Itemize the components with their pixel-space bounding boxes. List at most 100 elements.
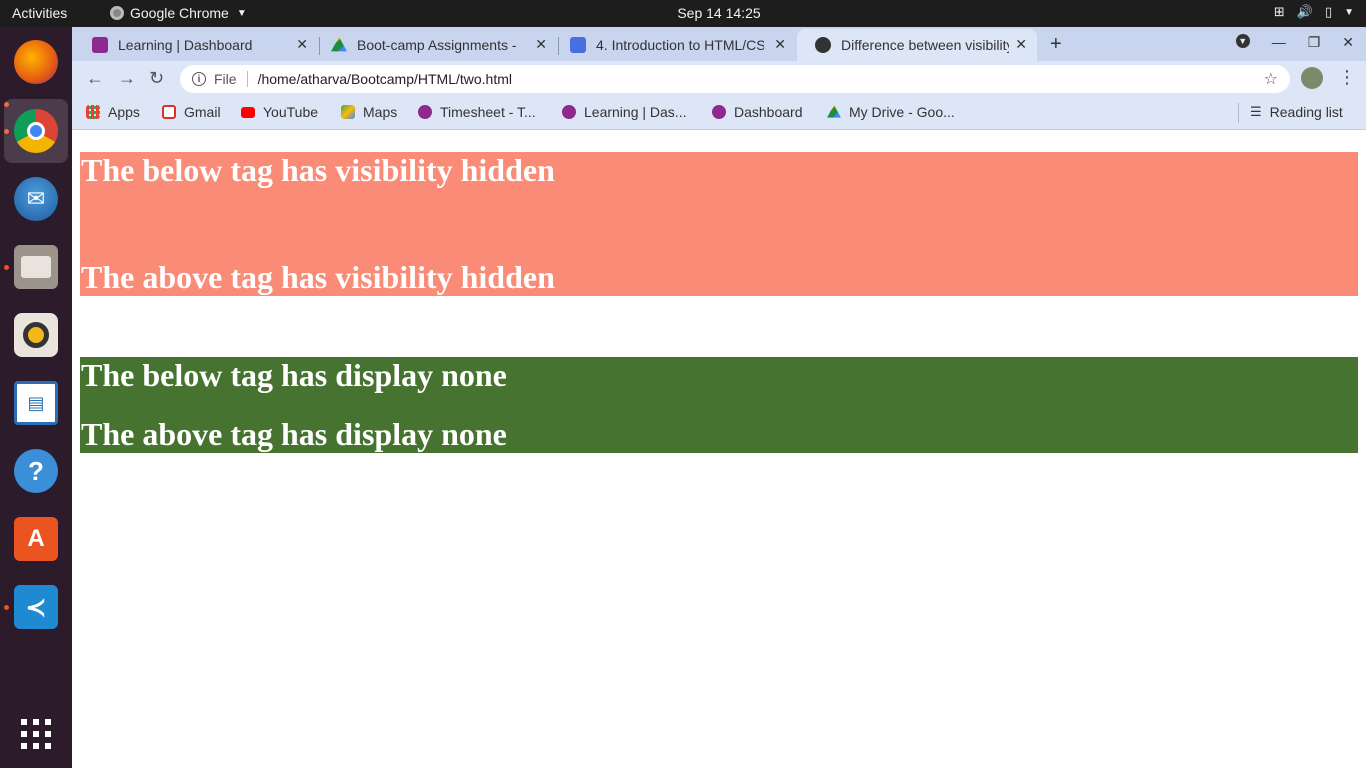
- heading-above-display: The above tag has display none: [81, 416, 507, 452]
- maps-icon: [341, 105, 355, 119]
- bookmark-label: YouTube: [263, 104, 319, 120]
- bookmark-youtube[interactable]: YouTube: [241, 104, 318, 120]
- tab-learning-dashboard[interactable]: Learning | Dashboard ✕: [74, 29, 318, 61]
- gmail-icon: [162, 105, 176, 119]
- vscode-icon: ≺: [14, 585, 58, 629]
- firefox-launcher[interactable]: [12, 38, 60, 86]
- chrome-menu-button[interactable]: ⋮: [1338, 67, 1356, 88]
- tab-title: Boot-camp Assignments -: [357, 37, 517, 53]
- rhythmbox-launcher[interactable]: [12, 311, 60, 359]
- globe-icon: [815, 37, 831, 53]
- dock: ✉ ▤ ? A ≺: [0, 27, 72, 768]
- network-icon: ⊞: [1273, 4, 1285, 19]
- heading-above-visibility: The above tag has visibility hidden: [81, 259, 555, 295]
- chevron-down-icon: ▼: [1344, 6, 1354, 18]
- learning-icon: [562, 105, 576, 119]
- bookmark-maps[interactable]: Maps: [341, 104, 397, 120]
- heading-below-display: The below tag has display none: [81, 357, 507, 393]
- bookmark-star-icon[interactable]: ☆: [1264, 69, 1278, 89]
- divider: [1238, 103, 1239, 123]
- url-scheme: File: [214, 71, 237, 87]
- bookmark-dashboard[interactable]: Dashboard: [712, 104, 803, 120]
- close-window-button[interactable]: ✕: [1342, 34, 1354, 51]
- folder-icon: [14, 245, 58, 289]
- bookmarks-bar: Apps Gmail YouTube Maps Timesheet - T...…: [72, 96, 1366, 130]
- drive-icon: [827, 105, 841, 118]
- restore-button[interactable]: ❐: [1308, 34, 1321, 51]
- page-viewport: The below tag has visibility hidden The …: [72, 131, 1366, 768]
- profile-avatar[interactable]: [1301, 67, 1323, 89]
- files-launcher[interactable]: [12, 243, 60, 291]
- tab-strip: Learning | Dashboard ✕ Boot-camp Assignm…: [72, 27, 1366, 61]
- help-launcher[interactable]: ?: [12, 447, 60, 495]
- learning-favicon-icon: [92, 37, 108, 53]
- divider: [246, 71, 248, 87]
- bookmark-label: Learning | Das...: [584, 104, 687, 120]
- vscode-launcher[interactable]: ≺: [12, 583, 60, 631]
- bookmark-apps[interactable]: Apps: [86, 104, 140, 120]
- bookmark-timesheet[interactable]: Timesheet - T...: [418, 104, 536, 120]
- bookmark-label: Gmail: [184, 104, 221, 120]
- tab-title: 4. Introduction to HTML/CSS: [596, 37, 764, 53]
- close-icon[interactable]: ✕: [774, 36, 786, 53]
- tab-bootcamp-assignments[interactable]: Boot-camp Assignments - ✕: [313, 29, 557, 61]
- dashboard-icon: [712, 105, 726, 119]
- speaker-icon: [14, 313, 58, 357]
- heading-below-visibility: The below tag has visibility hidden: [81, 152, 555, 188]
- bookmark-learning[interactable]: Learning | Das...: [562, 104, 686, 120]
- browser-toolbar: ← → ↻ i File /home/atharva/Bootcamp/HTML…: [72, 61, 1366, 96]
- clock[interactable]: Sep 14 14:25: [0, 5, 1366, 21]
- display-none-block: The below tag has display none The above…: [80, 357, 1358, 453]
- reload-button[interactable]: ↻: [149, 68, 164, 89]
- show-apps-button[interactable]: [12, 710, 60, 758]
- new-tab-button[interactable]: +: [1050, 33, 1062, 56]
- volume-icon: 🔊: [1296, 4, 1313, 19]
- writer-launcher[interactable]: ▤: [12, 379, 60, 427]
- reading-list-button[interactable]: ☰ Reading list: [1250, 104, 1343, 120]
- visibility-hidden-block: The below tag has visibility hidden The …: [80, 152, 1358, 296]
- address-bar[interactable]: i File /home/atharva/Bootcamp/HTML/two.h…: [180, 65, 1290, 93]
- tab-difference-visibility[interactable]: Difference between visibility ✕: [797, 29, 1037, 61]
- close-icon[interactable]: ✕: [296, 36, 308, 53]
- back-button[interactable]: ←: [86, 68, 104, 89]
- help-icon: ?: [14, 449, 58, 493]
- thunderbird-icon: ✉: [14, 177, 58, 221]
- thunderbird-launcher[interactable]: ✉: [12, 175, 60, 223]
- system-tray[interactable]: ⊞ 🔊 ▯ ▼: [1274, 4, 1354, 20]
- bookmark-my-drive[interactable]: My Drive - Goo...: [827, 104, 955, 120]
- docs-icon: [570, 37, 586, 53]
- chrome-icon: [14, 109, 58, 153]
- bookmark-label: Timesheet - T...: [440, 104, 536, 120]
- document-icon: ▤: [14, 381, 58, 425]
- reading-list-icon: ☰: [1250, 104, 1262, 119]
- chrome-launcher[interactable]: [4, 99, 68, 163]
- apps-grid-icon: [86, 105, 100, 119]
- reading-list-label: Reading list: [1269, 104, 1343, 120]
- bookmark-label: Maps: [363, 104, 398, 120]
- software-launcher[interactable]: A: [12, 515, 60, 563]
- forward-button[interactable]: →: [118, 68, 136, 89]
- close-icon[interactable]: ✕: [535, 36, 547, 53]
- tab-introduction-html[interactable]: 4. Introduction to HTML/CSS ✕: [552, 29, 796, 61]
- apps-grid-icon: [21, 719, 51, 749]
- close-icon[interactable]: ✕: [1015, 36, 1027, 53]
- bookmark-label: Dashboard: [734, 104, 803, 120]
- tab-search-button[interactable]: ▼: [1235, 34, 1250, 48]
- drive-icon: [331, 37, 347, 52]
- software-store-icon: A: [14, 517, 58, 561]
- minimize-button[interactable]: —: [1272, 34, 1286, 51]
- system-top-bar: Activities Google Chrome ▼ Sep 14 14:25 …: [0, 0, 1366, 27]
- running-indicator: [4, 265, 9, 270]
- tab-title: Difference between visibility: [841, 37, 1009, 53]
- battery-icon: ▯: [1324, 4, 1333, 19]
- bookmark-gmail[interactable]: Gmail: [162, 104, 221, 120]
- info-icon[interactable]: i: [192, 72, 206, 86]
- url-text[interactable]: /home/atharva/Bootcamp/HTML/two.html: [258, 71, 512, 87]
- timesheet-icon: [418, 105, 432, 119]
- running-indicator: [4, 605, 9, 610]
- bookmark-label: Apps: [108, 104, 140, 120]
- window-controls: ▼ — ❐ ✕: [1235, 34, 1354, 51]
- tab-title: Learning | Dashboard: [118, 37, 253, 53]
- firefox-icon: [14, 40, 58, 84]
- bookmark-label: My Drive - Goo...: [849, 104, 955, 120]
